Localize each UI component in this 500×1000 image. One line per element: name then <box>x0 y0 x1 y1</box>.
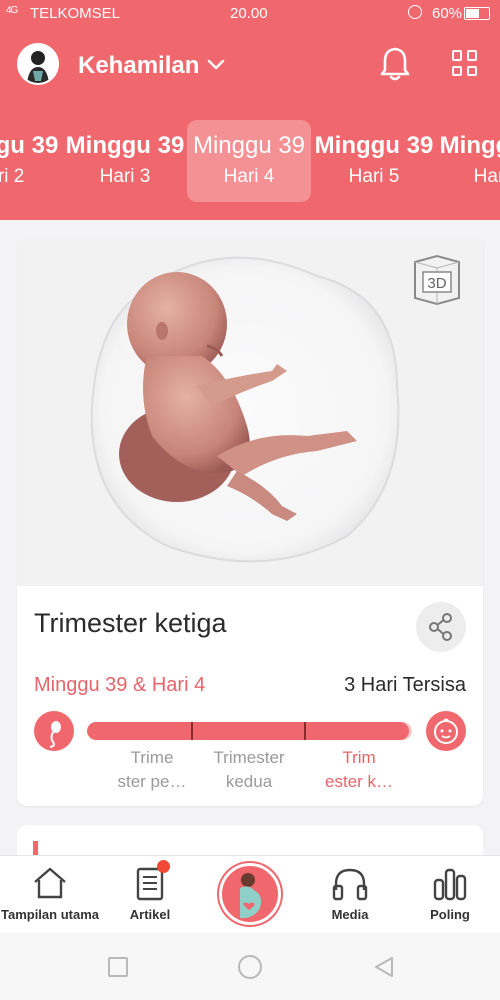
nav-media-label: Media <box>331 907 369 922</box>
3d-view-icon[interactable]: 3D <box>409 254 465 306</box>
back-button[interactable] <box>372 955 396 979</box>
bottom-navigation: Tampilan utama Artikel Media Poling <box>0 855 500 933</box>
sperm-icon <box>34 711 74 751</box>
pregnancy-icon <box>240 873 262 918</box>
day-selector[interactable]: Minggu 39 Hari 2 Minggu 39 Hari 3 Minggu… <box>0 118 500 203</box>
avatar[interactable] <box>17 43 59 85</box>
rotation-lock-icon <box>408 5 422 19</box>
system-navigation-bar <box>0 933 500 1000</box>
pregnancy-center-button[interactable] <box>219 863 281 925</box>
share-icon <box>429 613 452 641</box>
days-remaining: 3 Hari Tersisa <box>344 674 466 696</box>
baby-face-icon <box>426 711 466 751</box>
poll-icon <box>433 868 467 901</box>
trimester-2-label: Trimester kedua <box>213 748 285 791</box>
trimester-title: Trimester ketiga <box>34 608 227 638</box>
nav-media[interactable]: Media <box>300 856 400 934</box>
menu-grid-icon[interactable] <box>452 50 478 76</box>
day-tab[interactable]: Minggu 39 Hari 2 <box>0 120 61 202</box>
battery-percent: 60% <box>432 5 463 22</box>
chevron-down-icon[interactable] <box>206 54 226 74</box>
nav-articles-label: Artikel <box>129 907 171 922</box>
bell-icon[interactable] <box>378 46 412 82</box>
nav-poll[interactable]: Poling <box>400 856 500 934</box>
fetus-3d-image[interactable]: 3D <box>17 236 483 586</box>
current-week-day: Minggu 39 & Hari 4 <box>34 674 206 696</box>
pregnancy-progress-bar <box>87 722 412 740</box>
page-title[interactable]: Kehamilan <box>78 52 199 80</box>
battery-icon <box>464 7 490 20</box>
trimester-3-label: Trim ester k… <box>324 748 394 791</box>
day-tab[interactable]: Minggu 39 Hari 5 <box>312 120 436 202</box>
nav-articles[interactable]: Artikel <box>100 856 200 934</box>
notification-dot <box>157 860 170 873</box>
home-icon <box>34 867 66 899</box>
nav-poll-label: Poling <box>430 907 470 922</box>
nav-home[interactable]: Tampilan utama <box>0 856 100 934</box>
trimester-1-label: Trime ster pe… <box>117 748 187 791</box>
recent-apps-button[interactable] <box>108 957 128 977</box>
headphones-icon <box>332 868 368 901</box>
day-tab-active[interactable]: Minggu 39 Hari 4 <box>187 120 311 202</box>
nav-home-label: Tampilan utama <box>0 907 99 922</box>
share-button[interactable] <box>416 602 466 652</box>
3d-badge-label: 3D <box>427 275 446 292</box>
clock: 20.00 <box>230 5 268 22</box>
status-bar: 4G TELKOMSEL 20.00 60% <box>0 0 500 28</box>
trimester-card: 3D Trimester ketiga Minggu 39 & Hari 4 3… <box>17 236 483 806</box>
carrier-name: TELKOMSEL <box>30 5 121 22</box>
signal-indicator: 4G <box>6 5 18 16</box>
day-tab[interactable]: Minggu 39 Hari 3 <box>63 120 187 202</box>
home-button[interactable] <box>238 955 262 979</box>
day-tab[interactable]: Minggu 39 Hari 6 <box>437 120 500 202</box>
app-header: Kehamilan Minggu 39 Hari 2 Minggu 39 Har… <box>0 28 500 220</box>
